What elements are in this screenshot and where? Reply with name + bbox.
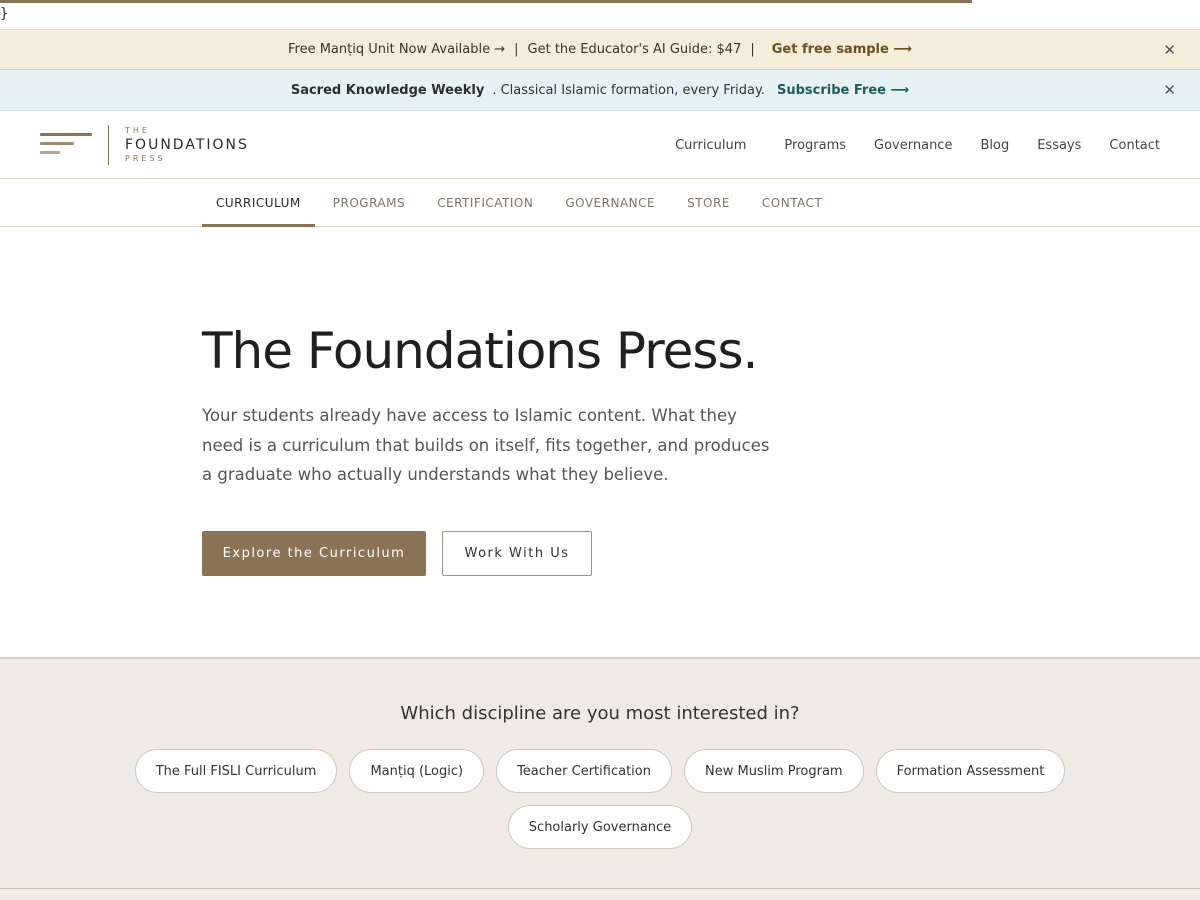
subscribe-link[interactable]: Subscribe Free ⟶ [777, 83, 909, 98]
close-icon[interactable]: ✕ [1163, 81, 1176, 99]
explore-curriculum-button[interactable]: Explore the Curriculum [202, 531, 426, 576]
sub-nav: CURRICULUM PROGRAMS CERTIFICATION GOVERN… [0, 179, 1200, 227]
option-formation-assessment[interactable]: Formation Assessment [875, 749, 1066, 793]
tab-certification[interactable]: CERTIFICATION [423, 179, 547, 227]
top-nav-essays[interactable]: Essays [1037, 138, 1081, 153]
tab-store[interactable]: STORE [673, 179, 744, 227]
announcement-separator: | [750, 42, 755, 57]
logo-divider [108, 125, 109, 165]
close-icon[interactable]: ✕ [1163, 41, 1176, 59]
announcement-bar: Free Manṭiq Unit Now Available → | Get t… [0, 29, 1200, 70]
scroll-progress-bar [0, 0, 1200, 3]
top-nav-governance[interactable]: Governance [874, 138, 952, 153]
option-new-muslim-program[interactable]: New Muslim Program [683, 749, 864, 793]
logo-the: THE [125, 126, 150, 135]
tab-governance[interactable]: GOVERNANCE [551, 179, 669, 227]
page-title: The Foundations Press. [202, 322, 758, 380]
hero-description: Your students already have access to Isl… [202, 406, 770, 484]
newsletter-bar: Sacred Knowledge Weekly . Classical Isla… [0, 70, 1200, 111]
site-header: THE FOUNDATIONS PRESS Curriculum Program… [0, 111, 1200, 179]
site-logo[interactable]: THE FOUNDATIONS PRESS [40, 125, 249, 165]
logo-press: PRESS [125, 154, 166, 163]
free-sample-link[interactable]: Get free sample ⟶ [772, 42, 912, 57]
next-section-edge [0, 889, 1200, 900]
discipline-question: Which discipline are you most interested… [400, 703, 800, 724]
option-full-fisli-curriculum[interactable]: The Full FISLI Curriculum [134, 749, 338, 793]
top-nav-curriculum[interactable]: Curriculum [675, 138, 746, 153]
scroll-progress-fill [0, 0, 972, 3]
announcement-separator: | [514, 42, 519, 57]
option-mantiq-logic[interactable]: Manṭiq (Logic) [349, 749, 485, 793]
stray-text: } [0, 6, 9, 22]
top-nav-programs[interactable]: Programs [784, 138, 846, 153]
discipline-options-row-1: The Full FISLI Curriculum Manṭiq (Logic)… [0, 749, 1200, 793]
top-nav-contact[interactable]: Contact [1109, 138, 1160, 153]
logo-text: THE FOUNDATIONS PRESS [125, 127, 249, 163]
newsletter-text: . Classical Islamic formation, every Fri… [492, 82, 765, 98]
hero-section: The Foundations Press. Your students alr… [0, 227, 1200, 657]
tab-programs[interactable]: PROGRAMS [319, 179, 419, 227]
tab-contact[interactable]: CONTACT [748, 179, 836, 227]
top-nav-blog[interactable]: Blog [980, 138, 1009, 153]
tab-curriculum[interactable]: CURRICULUM [202, 179, 315, 227]
option-scholarly-governance[interactable]: Scholarly Governance [507, 805, 693, 849]
logo-mark-icon [40, 133, 94, 157]
top-nav: Curriculum Programs Governance Blog Essa… [675, 111, 1160, 179]
announcement-text-1[interactable]: Free Manṭiq Unit Now Available → [288, 42, 505, 57]
discipline-options-row-2: Scholarly Governance [0, 805, 1200, 849]
newsletter-title: Sacred Knowledge Weekly [290, 82, 485, 98]
discipline-section: Which discipline are you most interested… [0, 657, 1200, 889]
option-teacher-certification[interactable]: Teacher Certification [496, 749, 672, 793]
announcement-text-2[interactable]: Get the Educator's AI Guide: $47 [528, 42, 742, 57]
work-with-us-button[interactable]: Work With Us [442, 531, 592, 576]
logo-main: FOUNDATIONS [125, 137, 249, 153]
